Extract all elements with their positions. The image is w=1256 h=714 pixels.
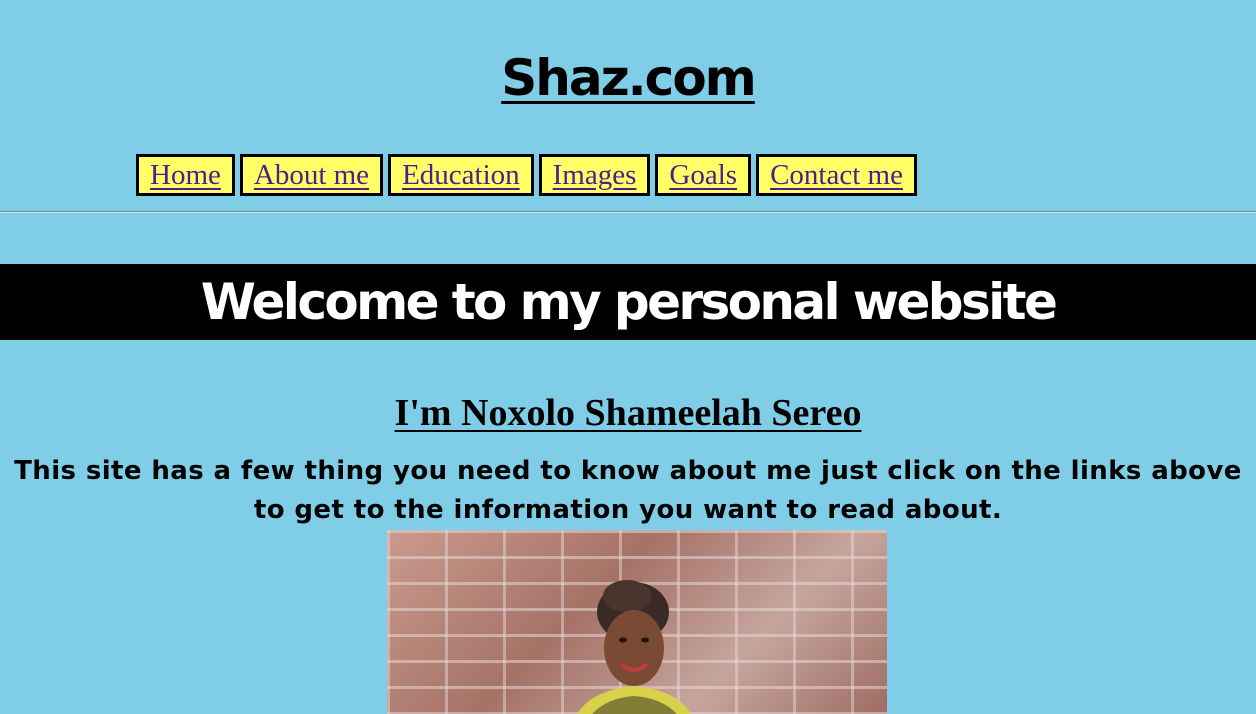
nav-link-education[interactable]: Education [388,154,534,196]
main-nav: Home About me Education Images Goals Con… [136,154,917,196]
name-heading: I'm Noxolo Shameelah Sereo [394,392,862,434]
nav-link-home[interactable]: Home [136,154,235,196]
profile-photo [387,530,887,714]
profile-photo-figure [577,580,691,714]
intro-text: This site has a few thing you need to kn… [14,456,1242,525]
nav-link-about-me[interactable]: About me [239,154,384,196]
site-title-link[interactable]: Shaz.com [501,49,757,107]
horizontal-divider [0,211,1256,213]
nav-link-images[interactable]: Images [538,154,651,196]
site-title: Shaz.com [0,42,1256,114]
nav-link-contact-me[interactable]: Contact me [756,154,917,196]
nav-link-goals[interactable]: Goals [655,154,752,196]
welcome-banner: Welcome to my personal website [0,264,1256,340]
